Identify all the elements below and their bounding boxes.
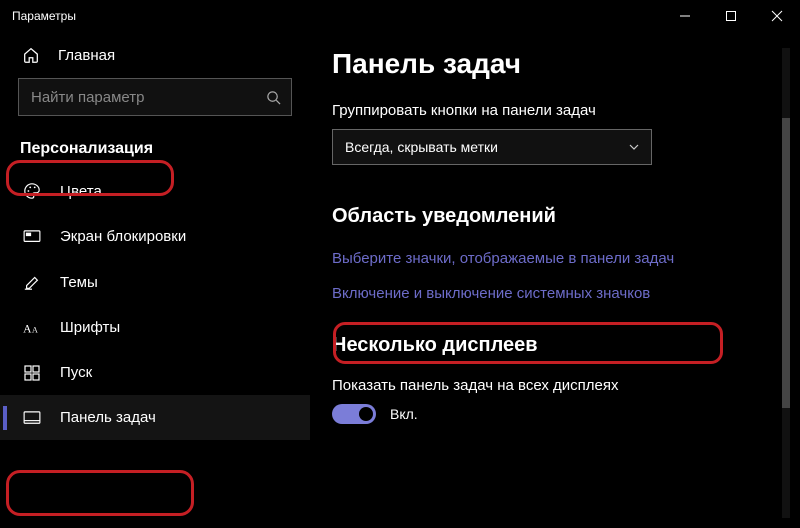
search-input-container[interactable] xyxy=(18,78,292,116)
maximize-button[interactable] xyxy=(708,0,754,32)
sidebar-item-label: Шрифты xyxy=(60,319,120,336)
chevron-down-icon xyxy=(629,144,639,150)
search-input[interactable] xyxy=(31,89,266,106)
home-nav[interactable]: Главная xyxy=(0,36,310,78)
page-title: Панель задач xyxy=(332,48,782,80)
sidebar-item-label: Экран блокировки xyxy=(60,228,186,245)
svg-text:A: A xyxy=(23,323,32,335)
notification-area-heading: Область уведомлений xyxy=(332,205,782,228)
start-icon xyxy=(22,365,42,381)
link-system-icons-toggle[interactable]: Включение и выключение системных значков xyxy=(332,283,650,304)
sidebar-item-taskbar[interactable]: Панель задач xyxy=(0,395,310,440)
taskbar-icon xyxy=(22,411,42,425)
group-buttons-label: Группировать кнопки на панели задач xyxy=(332,102,782,119)
scrollbar-thumb[interactable] xyxy=(782,118,790,408)
window-title: Параметры xyxy=(12,9,76,23)
sidebar-item-label: Темы xyxy=(60,274,98,291)
sidebar-item-themes[interactable]: Темы xyxy=(0,259,310,305)
show-taskbar-all-displays-toggle[interactable] xyxy=(332,404,376,424)
sidebar-item-label: Панель задач xyxy=(60,409,156,426)
sidebar-item-start[interactable]: Пуск xyxy=(0,350,310,395)
palette-icon xyxy=(22,182,42,200)
group-buttons-dropdown[interactable]: Всегда, скрывать метки xyxy=(332,129,652,165)
home-icon xyxy=(22,46,40,64)
toggle-knob xyxy=(359,407,373,421)
sidebar-item-colors[interactable]: Цвета xyxy=(0,168,310,214)
multiple-displays-heading: Несколько дисплеев xyxy=(332,334,782,357)
dropdown-value: Всегда, скрывать метки xyxy=(345,139,498,155)
close-button[interactable] xyxy=(754,0,800,32)
category-header: Персонализация xyxy=(0,134,310,168)
active-indicator xyxy=(3,406,7,430)
scrollbar[interactable] xyxy=(782,48,790,518)
search-icon xyxy=(266,90,281,105)
lockscreen-icon xyxy=(22,230,42,244)
sidebar-item-lockscreen[interactable]: Экран блокировки xyxy=(0,214,310,259)
home-label: Главная xyxy=(58,47,115,64)
svg-text:A: A xyxy=(32,325,38,334)
toggle-state-label: Вкл. xyxy=(390,406,418,422)
minimize-button[interactable] xyxy=(662,0,708,32)
show-taskbar-all-displays-label: Показать панель задач на всех дисплеях xyxy=(332,377,782,394)
sidebar-item-label: Пуск xyxy=(60,364,92,381)
themes-icon xyxy=(22,273,42,291)
fonts-icon: AA xyxy=(22,320,42,336)
sidebar-item-fonts[interactable]: AA Шрифты xyxy=(0,305,310,350)
sidebar-item-label: Цвета xyxy=(60,183,102,200)
link-select-taskbar-icons[interactable]: Выберите значки, отображаемые в панели з… xyxy=(332,248,674,269)
